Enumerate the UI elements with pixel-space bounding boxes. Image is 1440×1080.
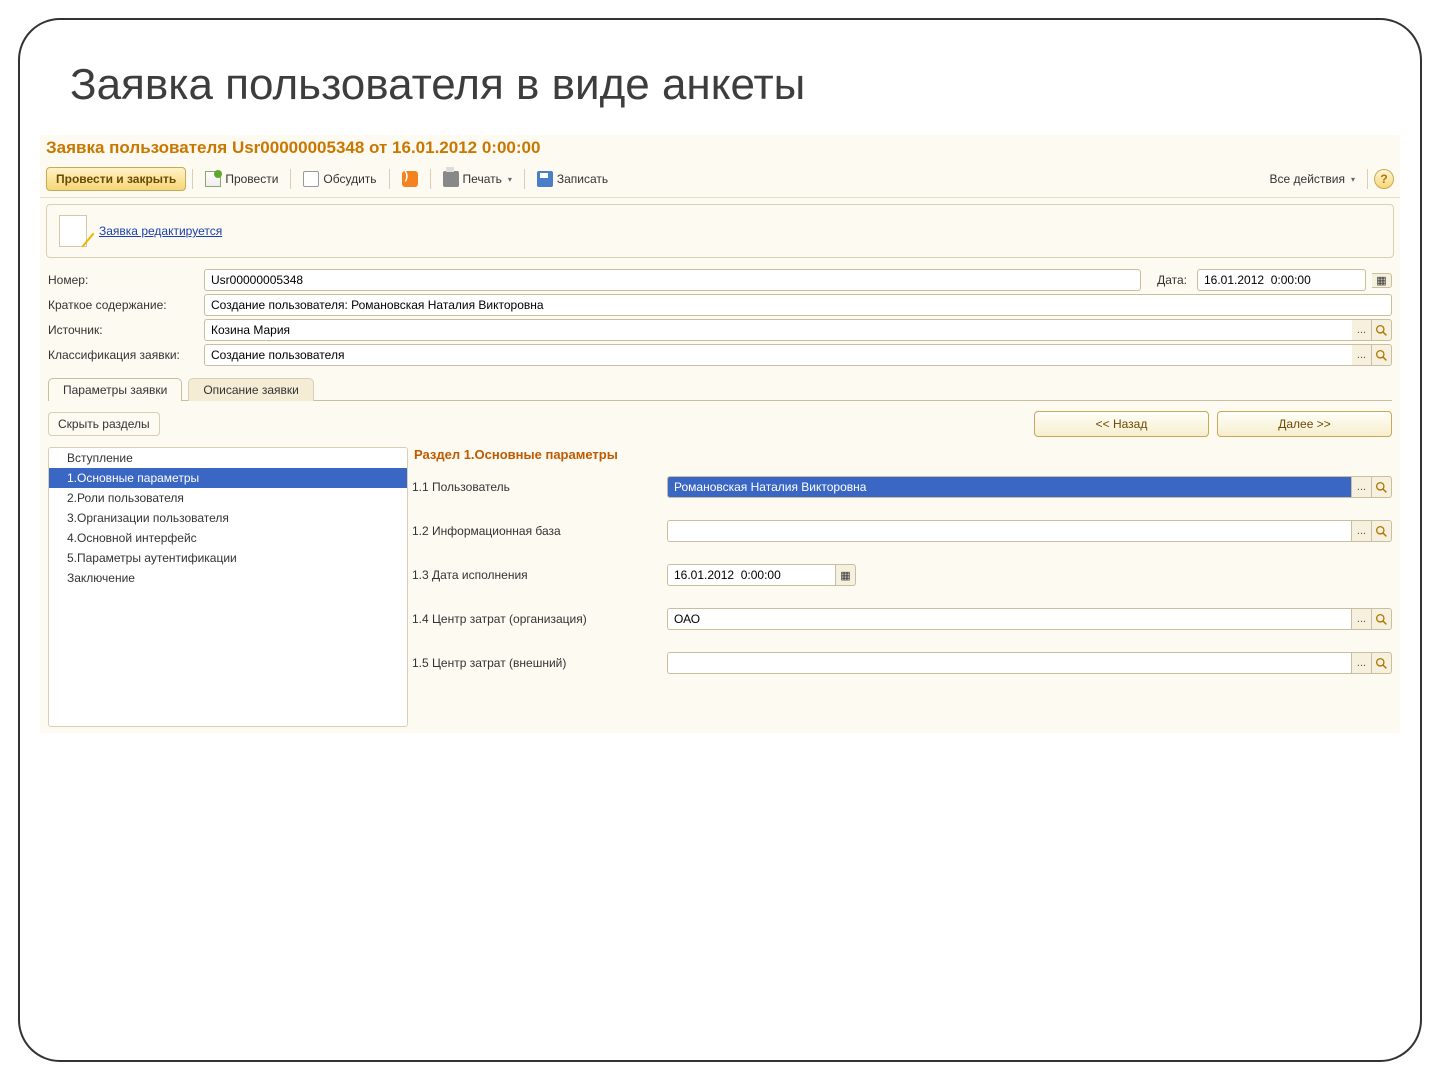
separator <box>524 169 525 189</box>
tab-description[interactable]: Описание заявки <box>188 378 314 401</box>
floppy-icon <box>537 171 553 187</box>
source-input[interactable] <box>204 319 1352 341</box>
tree-item-interface[interactable]: 4.Основной интерфейс <box>49 528 407 548</box>
tree-item-conclusion[interactable]: Заключение <box>49 568 407 588</box>
magnifier-icon <box>1375 349 1388 362</box>
search-button[interactable] <box>1372 319 1392 341</box>
select-button[interactable]: ... <box>1352 520 1372 542</box>
classification-input[interactable] <box>204 344 1352 366</box>
tab-content: Скрыть разделы << Назад Далее >> Вступле… <box>48 400 1392 733</box>
chevron-down-icon: ▾ <box>1351 175 1355 184</box>
tab-parameters[interactable]: Параметры заявки <box>48 378 182 401</box>
all-actions-label: Все действия <box>1270 172 1345 186</box>
magnifier-icon <box>1375 657 1388 670</box>
search-button[interactable] <box>1372 476 1392 498</box>
discuss-button[interactable]: Обсудить <box>297 168 382 190</box>
param-row-user: 1.1 Пользователь ... <box>412 476 1392 498</box>
save-label: Записать <box>557 172 608 186</box>
param-row-cost-center-ext: 1.5 Центр затрат (внешний) ... <box>412 652 1392 674</box>
tree-item-roles[interactable]: 2.Роли пользователя <box>49 488 407 508</box>
user-input[interactable] <box>667 476 1352 498</box>
number-input[interactable] <box>204 269 1141 291</box>
print-button[interactable]: Печать ▾ <box>437 168 518 190</box>
chat-icon <box>303 171 319 187</box>
post-button[interactable]: Провести <box>199 168 284 190</box>
magnifier-icon <box>1375 481 1388 494</box>
separator <box>290 169 291 189</box>
edit-document-icon <box>59 215 87 247</box>
printer-icon <box>443 171 459 187</box>
document-check-icon <box>205 171 221 187</box>
classification-label: Классификация заявки: <box>48 348 198 362</box>
form-split: Вступление 1.Основные параметры 2.Роли п… <box>48 447 1392 727</box>
select-button[interactable]: ... <box>1352 344 1372 366</box>
help-button[interactable]: ? <box>1374 169 1394 189</box>
slide-title: Заявка пользователя в виде анкеты <box>70 60 1400 110</box>
rss-icon <box>402 171 418 187</box>
form-title: Заявка пользователя Usr00000005348 от 16… <box>40 135 1400 165</box>
param-label: 1.1 Пользователь <box>412 480 667 494</box>
calendar-button[interactable]: ▦ <box>1372 273 1392 288</box>
discuss-label: Обсудить <box>323 172 376 186</box>
hide-sections-button[interactable]: Скрыть разделы <box>48 412 160 436</box>
editing-request-link[interactable]: Заявка редактируется <box>99 224 222 238</box>
summary-input[interactable] <box>204 294 1392 316</box>
section-body: Раздел 1.Основные параметры 1.1 Пользова… <box>412 447 1392 727</box>
separator <box>389 169 390 189</box>
tab-bar: Параметры заявки Описание заявки <box>40 371 1400 400</box>
infobase-input[interactable] <box>667 520 1352 542</box>
magnifier-icon <box>1375 324 1388 337</box>
tree-item-orgs[interactable]: 3.Организации пользователя <box>49 508 407 528</box>
cost-center-org-input[interactable] <box>667 608 1352 630</box>
search-button[interactable] <box>1372 652 1392 674</box>
tab-toolbar: Скрыть разделы << Назад Далее >> <box>48 407 1392 447</box>
param-row-cost-center-org: 1.4 Центр затрат (организация) ... <box>412 608 1392 630</box>
all-actions-button[interactable]: Все действия ▾ <box>1264 169 1361 189</box>
separator <box>1367 169 1368 189</box>
section-title: Раздел 1.Основные параметры <box>412 447 1392 476</box>
param-row-due-date: 1.3 Дата исполнения ▦ <box>412 564 1392 586</box>
save-button[interactable]: Записать <box>531 168 614 190</box>
tree-item-main-params[interactable]: 1.Основные параметры <box>49 468 407 488</box>
search-button[interactable] <box>1372 608 1392 630</box>
select-button[interactable]: ... <box>1352 608 1372 630</box>
select-button[interactable]: ... <box>1352 652 1372 674</box>
due-date-input[interactable] <box>667 564 836 586</box>
search-button[interactable] <box>1372 520 1392 542</box>
info-panel: Заявка редактируется <box>46 204 1394 258</box>
param-label: 1.5 Центр затрат (внешний) <box>412 656 667 670</box>
select-button[interactable]: ... <box>1352 476 1372 498</box>
post-and-close-button[interactable]: Провести и закрыть <box>46 167 186 191</box>
back-button[interactable]: << Назад <box>1034 411 1209 437</box>
calendar-button[interactable]: ▦ <box>836 564 856 586</box>
header-fields: Номер: Дата: ▦ Краткое содержание: Источ… <box>40 264 1400 371</box>
param-label: 1.4 Центр затрат (организация) <box>412 612 667 626</box>
toolbar: Провести и закрыть Провести Обсудить Печ… <box>40 165 1400 198</box>
date-input[interactable] <box>1197 269 1366 291</box>
chevron-down-icon: ▾ <box>508 175 512 184</box>
separator <box>192 169 193 189</box>
app-window: Заявка пользователя Usr00000005348 от 16… <box>40 135 1400 733</box>
param-row-infobase: 1.2 Информационная база ... <box>412 520 1392 542</box>
next-button[interactable]: Далее >> <box>1217 411 1392 437</box>
source-label: Источник: <box>48 323 198 337</box>
tree-item-intro[interactable]: Вступление <box>49 448 407 468</box>
number-label: Номер: <box>48 273 198 287</box>
param-label: 1.3 Дата исполнения <box>412 568 667 582</box>
print-label: Печать <box>463 172 502 186</box>
cost-center-ext-input[interactable] <box>667 652 1352 674</box>
magnifier-icon <box>1375 525 1388 538</box>
tree-item-auth[interactable]: 5.Параметры аутентификации <box>49 548 407 568</box>
rss-button[interactable] <box>396 168 424 190</box>
sections-tree: Вступление 1.Основные параметры 2.Роли п… <box>48 447 408 727</box>
param-label: 1.2 Информационная база <box>412 524 667 538</box>
slide-frame: Заявка пользователя в виде анкеты Заявка… <box>18 18 1422 1062</box>
summary-label: Краткое содержание: <box>48 298 198 312</box>
separator <box>430 169 431 189</box>
search-button[interactable] <box>1372 344 1392 366</box>
date-label: Дата: <box>1157 273 1187 287</box>
post-label: Провести <box>225 172 278 186</box>
magnifier-icon <box>1375 613 1388 626</box>
select-button[interactable]: ... <box>1352 319 1372 341</box>
